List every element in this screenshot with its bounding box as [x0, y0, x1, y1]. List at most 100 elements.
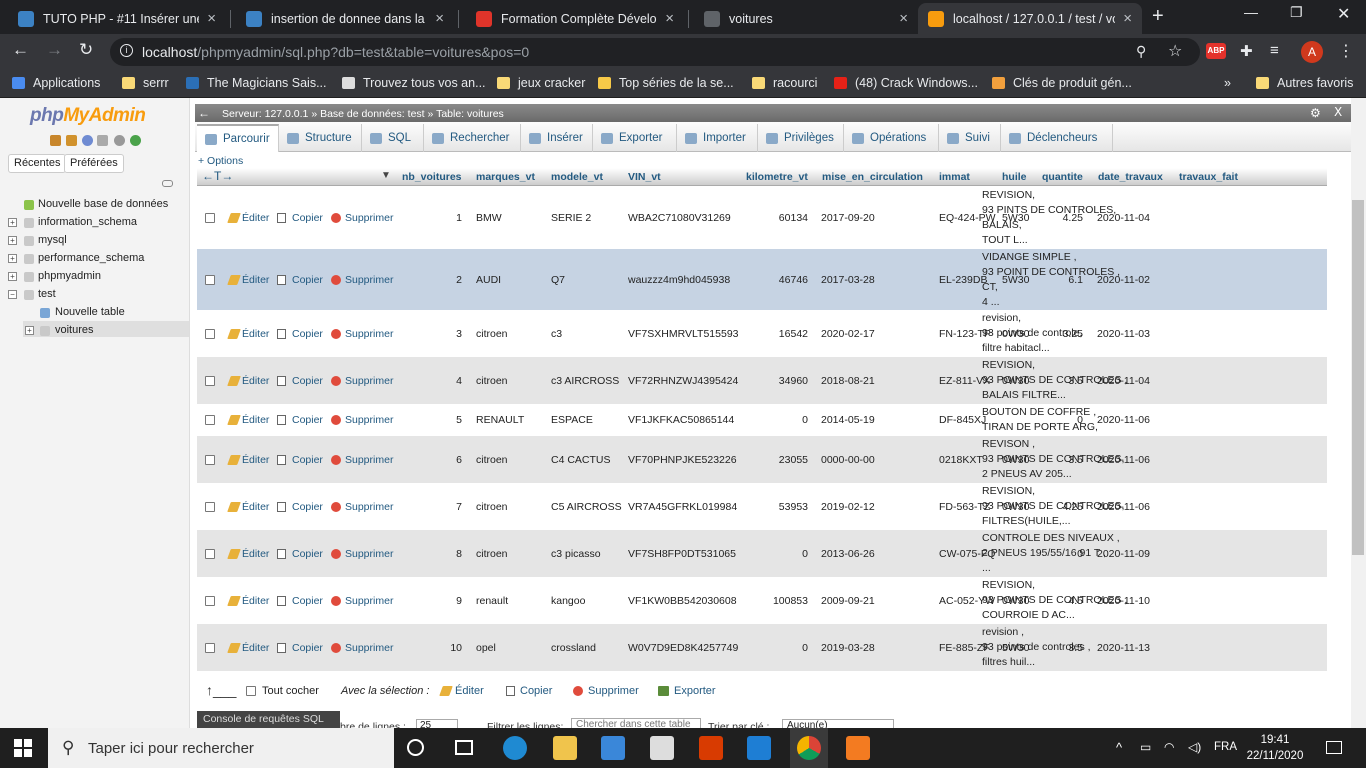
row-copy-button[interactable]: Copier [292, 595, 323, 607]
sort-dropdown-icon[interactable]: ▼ [381, 170, 391, 181]
row-checkbox[interactable] [205, 376, 215, 386]
tab-declencheurs[interactable]: Déclencheurs [1001, 124, 1113, 152]
cell-vin[interactable]: wauzzz4m9hd045938 [628, 274, 730, 286]
bookmark-item[interactable]: Trouvez tous vos an... [342, 76, 486, 90]
row-copy-button[interactable]: Copier [292, 548, 323, 560]
cell-modele[interactable]: C4 CACTUS [551, 454, 611, 466]
cell-mise-en-circulation[interactable]: 2017-09-20 [821, 212, 875, 224]
windows-start-icon[interactable] [14, 739, 32, 757]
cell-mise-en-circulation[interactable]: 0000-00-00 [821, 454, 875, 466]
row-delete-button[interactable]: Supprimer [345, 212, 393, 224]
language-indicator[interactable]: FRA [1214, 741, 1237, 753]
row-edit-button[interactable]: Éditer [242, 414, 269, 426]
cell-vin[interactable]: VF72RHNZWJ4395424 [628, 375, 738, 387]
row-edit-button[interactable]: Éditer [242, 454, 269, 466]
table-link[interactable]: Table: voitures [436, 108, 504, 120]
media-icon[interactable]: ≡ [1270, 42, 1279, 59]
cell-travaux-fait[interactable]: REVISION, 93 PINTS DE CONTROLES, BALAIS, TO… [982, 188, 1116, 248]
tab-privileges[interactable]: Privilèges [758, 124, 844, 152]
adblock-icon[interactable]: ABP [1206, 43, 1226, 59]
browser-tab[interactable]: localhost / 127.0.0.1 / test / vo × [918, 3, 1142, 34]
cell-marque[interactable]: citroen [476, 375, 508, 387]
cell-nb-voitures[interactable]: 7 [400, 501, 462, 513]
options-link[interactable]: + Options [198, 155, 243, 167]
cell-travaux-fait[interactable]: revision , 93 points de controles , filtre… [982, 625, 1091, 670]
battery-icon[interactable]: ▭ [1140, 740, 1151, 754]
cell-immat[interactable]: EL-239DB [939, 274, 987, 286]
cell-modele[interactable]: SERIE 2 [551, 212, 591, 224]
cell-vin[interactable]: W0V7D9ED8K4257749 [628, 642, 738, 654]
cell-vin[interactable]: VR7A45GFRKL019984 [628, 501, 737, 513]
cell-date-travaux[interactable]: 2020-11-13 [1097, 642, 1150, 654]
check-all-checkbox[interactable] [246, 686, 256, 696]
cell-mise-en-circulation[interactable]: 2013-06-26 [821, 548, 875, 560]
cell-mise-en-circulation[interactable]: 2020-02-17 [821, 328, 875, 340]
cell-nb-voitures[interactable]: 5 [400, 414, 462, 426]
extensions-icon[interactable]: ✚ [1240, 42, 1253, 60]
phpmyadmin-logo[interactable]: phpMyAdmin [30, 105, 146, 127]
favorites-button[interactable]: Préférées [64, 154, 124, 173]
volume-icon[interactable]: ◁) [1188, 740, 1201, 754]
tab-operations[interactable]: Opérations [844, 124, 939, 152]
minimize-icon[interactable]: — [1244, 4, 1258, 20]
row-edit-button[interactable]: Éditer [242, 501, 269, 513]
bookmark-item[interactable]: Top séries de la se... [598, 76, 734, 90]
cell-marque[interactable]: RENAULT [476, 414, 524, 426]
cell-nb-voitures[interactable]: 9 [400, 595, 462, 607]
tab-inserer[interactable]: Insérer [521, 124, 593, 152]
cell-kilometre[interactable]: 0 [740, 548, 808, 560]
breadcrumb-links[interactable]: Serveur: 127.0.0.1 » Base de données: te… [222, 108, 504, 120]
cell-vin[interactable]: VF70PHNPJKE523226 [628, 454, 737, 466]
chrome-icon[interactable] [797, 736, 821, 760]
row-checkbox[interactable] [205, 415, 215, 425]
row-copy-button[interactable]: Copier [292, 501, 323, 513]
cell-vin[interactable]: VF1KW0BB542030608 [628, 595, 737, 607]
tree-database-item[interactable]: test [38, 288, 56, 300]
browser-tab[interactable]: TUTO PHP - #11 Insérer une en × [8, 3, 226, 34]
cell-vin[interactable]: WBA2C71080V31269 [628, 212, 731, 224]
column-header-modele_vt[interactable]: modele_vt [551, 171, 603, 183]
row-delete-button[interactable]: Supprimer [345, 328, 393, 340]
bulk-delete-button[interactable]: Supprimer [588, 685, 639, 697]
row-checkbox[interactable] [205, 643, 215, 653]
cell-marque[interactable]: citroen [476, 454, 508, 466]
row-checkbox[interactable] [205, 502, 215, 512]
cell-kilometre[interactable]: 16542 [740, 328, 808, 340]
cell-immat[interactable]: DF-845XJ [939, 414, 986, 426]
recent-button[interactable]: Récentes [8, 154, 67, 173]
zoom-icon[interactable]: ⚲ [1136, 43, 1146, 60]
cell-kilometre[interactable]: 34960 [740, 375, 808, 387]
mail-icon[interactable] [650, 736, 674, 760]
cell-travaux-fait[interactable]: revision, 93 points de controle, filtre ha… [982, 311, 1082, 356]
db-link[interactable]: Base de données: test [320, 108, 425, 120]
column-header-huile[interactable]: huile [1002, 171, 1027, 183]
maximize-icon[interactable]: ❐ [1290, 4, 1303, 21]
url-text[interactable]: localhost/phpmyadmin/sql.php?db=test&tab… [142, 44, 529, 60]
row-edit-button[interactable]: Éditer [242, 274, 269, 286]
row-edit-button[interactable]: Éditer [242, 212, 269, 224]
cell-date-travaux[interactable]: 2020-11-03 [1097, 328, 1150, 340]
row-checkbox[interactable] [205, 596, 215, 606]
bulk-edit-button[interactable]: Éditer [455, 685, 484, 697]
tree-database-item[interactable]: phpmyadmin [38, 270, 101, 282]
expand-icon[interactable]: + [8, 272, 17, 281]
cell-mise-en-circulation[interactable]: 2018-08-21 [821, 375, 875, 387]
scrollbar-thumb[interactable] [1352, 200, 1364, 555]
bookmark-item[interactable]: Applications [12, 76, 100, 90]
cell-travaux-fait[interactable]: CONTROLE DES NIVEAUX , 2 PNEUS 195/55/16 … [982, 531, 1120, 576]
column-header-quantite[interactable]: quantite [1042, 171, 1083, 183]
cell-travaux-fait[interactable]: REVISION, 93 POINTS DE CONTROLES , COURROI… [982, 578, 1127, 623]
office-icon[interactable] [699, 736, 723, 760]
cell-marque[interactable]: citroen [476, 328, 508, 340]
row-checkbox[interactable] [205, 329, 215, 339]
bookmark-star-icon[interactable]: ☆ [1168, 41, 1182, 61]
tab-importer[interactable]: Importer [677, 124, 758, 152]
row-delete-button[interactable]: Supprimer [345, 501, 393, 513]
tab-sql[interactable]: SQL [362, 124, 424, 152]
tree-database-item[interactable]: information_schema [38, 216, 137, 228]
row-delete-button[interactable]: Supprimer [345, 548, 393, 560]
link-icon[interactable] [162, 180, 173, 187]
tree-table-item[interactable]: voitures [55, 324, 94, 336]
sql-console-button[interactable]: Console de requêtes SQL [197, 711, 340, 728]
column-header-marques_vt[interactable]: marques_vt [476, 171, 535, 183]
